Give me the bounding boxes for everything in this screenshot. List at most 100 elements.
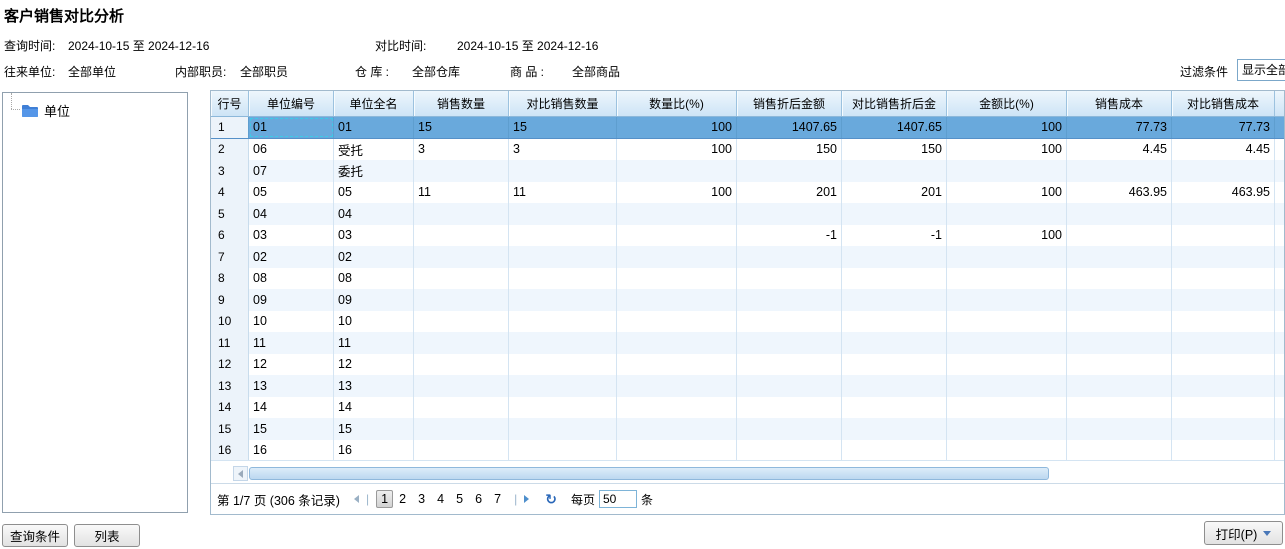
table-row[interactable]: 206受托331001501501004.454.45	[211, 139, 1284, 161]
table-cell[interactable]	[737, 418, 842, 440]
table-cell[interactable]	[617, 289, 737, 311]
table-cell[interactable]	[414, 397, 509, 419]
page-number-1[interactable]: 1	[376, 490, 393, 508]
table-cell[interactable]	[617, 375, 737, 397]
table-cell[interactable]: 02	[334, 246, 414, 268]
table-cell[interactable]: 13	[334, 375, 414, 397]
table-cell[interactable]: 150	[737, 139, 842, 161]
table-cell[interactable]	[1067, 375, 1172, 397]
table-cell[interactable]	[737, 268, 842, 290]
table-cell[interactable]	[414, 160, 509, 182]
table-row[interactable]: 111111	[211, 332, 1284, 354]
table-row[interactable]: 151515	[211, 418, 1284, 440]
table-cell[interactable]	[509, 440, 617, 461]
table-cell[interactable]: 10	[334, 311, 414, 333]
table-cell[interactable]: 4.45	[1172, 139, 1275, 161]
table-cell[interactable]	[1172, 418, 1275, 440]
table-cell[interactable]: 150	[842, 139, 947, 161]
table-cell[interactable]	[509, 225, 617, 247]
table-cell[interactable]: 06	[249, 139, 334, 161]
table-cell[interactable]	[509, 160, 617, 182]
table-cell[interactable]	[1067, 418, 1172, 440]
table-cell[interactable]: 09	[334, 289, 414, 311]
table-cell[interactable]	[617, 268, 737, 290]
table-cell[interactable]	[947, 418, 1067, 440]
table-cell[interactable]	[842, 246, 947, 268]
column-header-3[interactable]: 销售数量	[414, 91, 509, 116]
table-cell[interactable]	[1172, 311, 1275, 333]
table-cell[interactable]	[842, 160, 947, 182]
filter-condition-select[interactable]: 显示全部	[1237, 59, 1285, 81]
table-cell[interactable]: -1	[737, 225, 842, 247]
page-number-2[interactable]: 2	[393, 492, 412, 506]
table-cell[interactable]: 1407.65	[737, 117, 842, 138]
table-cell[interactable]	[414, 440, 509, 461]
table-cell[interactable]: 77.73	[1067, 117, 1172, 138]
page-number-6[interactable]: 6	[469, 492, 488, 506]
table-cell[interactable]	[947, 332, 1067, 354]
table-cell[interactable]	[617, 311, 737, 333]
table-row[interactable]: 131313	[211, 375, 1284, 397]
table-row[interactable]: 60303-1-1100	[211, 225, 1284, 247]
table-cell[interactable]: -1	[842, 225, 947, 247]
table-cell[interactable]: 14	[334, 397, 414, 419]
table-cell[interactable]	[414, 311, 509, 333]
table-cell[interactable]	[842, 418, 947, 440]
table-cell[interactable]	[842, 354, 947, 376]
table-cell[interactable]	[737, 440, 842, 461]
table-cell[interactable]: 11	[414, 182, 509, 204]
table-cell[interactable]	[1067, 354, 1172, 376]
table-cell[interactable]	[842, 268, 947, 290]
table-cell[interactable]	[1172, 160, 1275, 182]
table-row[interactable]: 121212	[211, 354, 1284, 376]
table-cell[interactable]	[1172, 246, 1275, 268]
table-cell[interactable]: 100	[617, 139, 737, 161]
table-cell[interactable]	[737, 160, 842, 182]
table-cell[interactable]	[1172, 397, 1275, 419]
table-cell[interactable]: 11	[249, 332, 334, 354]
table-cell[interactable]	[947, 311, 1067, 333]
table-cell[interactable]	[509, 246, 617, 268]
table-cell[interactable]: 100	[947, 225, 1067, 247]
table-cell[interactable]	[842, 289, 947, 311]
table-cell[interactable]: 02	[249, 246, 334, 268]
table-cell[interactable]: 16	[334, 440, 414, 461]
table-row[interactable]: 101010	[211, 311, 1284, 333]
table-cell[interactable]	[509, 289, 617, 311]
table-cell[interactable]: 15	[414, 117, 509, 138]
table-cell[interactable]: 07	[249, 160, 334, 182]
table-cell[interactable]	[842, 440, 947, 461]
table-cell[interactable]	[737, 203, 842, 225]
table-cell[interactable]	[414, 289, 509, 311]
table-cell[interactable]	[737, 375, 842, 397]
table-cell[interactable]: 15	[509, 117, 617, 138]
column-header-9[interactable]: 销售成本	[1067, 91, 1172, 116]
table-cell[interactable]	[1172, 225, 1275, 247]
table-row[interactable]: 405051111100201201100463.95463.95	[211, 182, 1284, 204]
scrollbar-thumb[interactable]	[249, 467, 1049, 480]
table-cell[interactable]: 10	[249, 311, 334, 333]
table-cell[interactable]: 11	[509, 182, 617, 204]
page-number-3[interactable]: 3	[412, 492, 431, 506]
column-header-4[interactable]: 对比销售数量	[509, 91, 617, 116]
table-cell[interactable]: 14	[249, 397, 334, 419]
column-header-8[interactable]: 金额比(%)	[947, 91, 1067, 116]
tree-node-unit[interactable]: 单位	[13, 101, 70, 120]
table-cell[interactable]	[414, 375, 509, 397]
table-cell[interactable]: 05	[249, 182, 334, 204]
table-cell[interactable]	[1172, 440, 1275, 461]
table-cell[interactable]	[1172, 289, 1275, 311]
table-cell[interactable]: 11	[334, 332, 414, 354]
table-cell[interactable]	[509, 268, 617, 290]
table-cell[interactable]	[947, 354, 1067, 376]
table-cell[interactable]: 15	[334, 418, 414, 440]
refresh-icon[interactable]: ↻	[545, 491, 557, 508]
table-row[interactable]: 307委托	[211, 160, 1284, 182]
per-page-input[interactable]	[599, 490, 637, 508]
table-cell[interactable]: 12	[249, 354, 334, 376]
table-cell[interactable]: 01	[334, 117, 414, 138]
table-cell[interactable]	[1172, 268, 1275, 290]
table-cell[interactable]	[1067, 311, 1172, 333]
table-cell[interactable]	[1067, 246, 1172, 268]
table-cell[interactable]: 04	[249, 203, 334, 225]
